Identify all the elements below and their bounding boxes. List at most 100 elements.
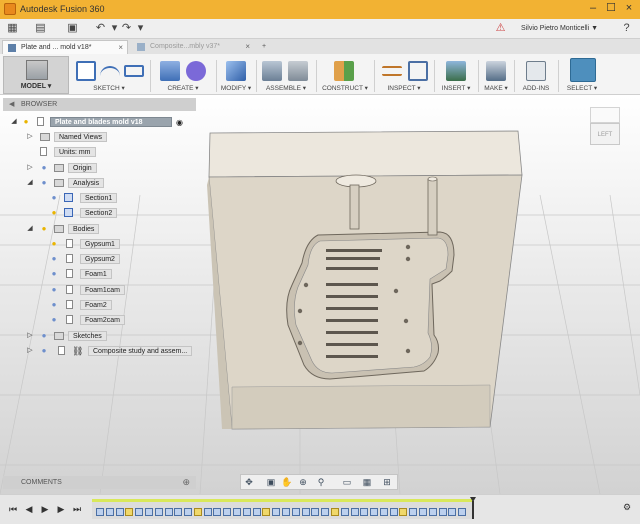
timeline-feature-icon[interactable] bbox=[135, 508, 144, 516]
timeline-feature-icon[interactable] bbox=[370, 508, 379, 516]
timeline-feature-icon[interactable] bbox=[282, 508, 290, 516]
create-menu[interactable]: CREATE ▾ bbox=[154, 84, 212, 92]
select-menu[interactable]: SELECT ▾ bbox=[562, 84, 602, 92]
tree-item-section1[interactable]: ● Section1 bbox=[50, 192, 190, 204]
timeline-feature-icon[interactable] bbox=[458, 508, 467, 516]
make-menu[interactable]: MAKE ▾ bbox=[480, 84, 512, 92]
grid-icon[interactable]: ▦ bbox=[361, 477, 373, 488]
expand-arrow-icon[interactable]: ▷ bbox=[26, 347, 34, 355]
timeline-feature-icon[interactable] bbox=[419, 508, 428, 516]
press-pull-icon[interactable] bbox=[226, 61, 246, 81]
insert-group[interactable]: INSERT ▾ bbox=[436, 54, 476, 95]
browser-header[interactable]: ◀ BROWSER bbox=[3, 98, 196, 111]
tree-item-composite-link[interactable]: ▷ ● ⛓ Composite study and assem... bbox=[26, 345, 196, 357]
first-icon[interactable]: ⏮ bbox=[8, 503, 18, 515]
modify-menu[interactable]: MODIFY ▾ bbox=[218, 84, 254, 92]
select-icon[interactable] bbox=[570, 58, 596, 82]
timeline-feature-icon[interactable] bbox=[144, 508, 153, 516]
tree-item-foam2[interactable]: ● Foam2 bbox=[50, 299, 190, 311]
timeline-settings-icon[interactable]: ⚙ bbox=[622, 501, 632, 513]
orbit-icon[interactable]: ✥ bbox=[243, 477, 255, 488]
timeline-feature-icon[interactable] bbox=[223, 508, 232, 516]
timeline-feature-icon[interactable] bbox=[291, 508, 300, 516]
timeline-feature-icon[interactable] bbox=[438, 508, 447, 516]
tree-item-bodies[interactable]: ◢ ● Bodies bbox=[26, 223, 186, 235]
offset-plane-icon[interactable] bbox=[334, 61, 354, 81]
visibility-bulb-icon[interactable]: ● bbox=[40, 346, 48, 356]
save-icon[interactable]: ▣ bbox=[66, 22, 79, 35]
timeline-feature-icon[interactable] bbox=[96, 508, 104, 516]
visibility-bulb-icon[interactable]: ● bbox=[50, 269, 58, 279]
assemble-menu[interactable]: ASSEMBLE ▾ bbox=[258, 84, 314, 92]
close-tab-icon[interactable]: × bbox=[118, 41, 123, 55]
visibility-bulb-icon[interactable]: ● bbox=[50, 254, 58, 264]
timeline-feature-icon[interactable] bbox=[242, 508, 251, 516]
timeline-feature-icon[interactable] bbox=[272, 508, 281, 516]
tree-item-named-views[interactable]: ▷ Named Views bbox=[26, 131, 186, 143]
visibility-bulb-icon[interactable]: ● bbox=[40, 163, 48, 173]
tree-item-section2[interactable]: ● Section2 bbox=[50, 207, 190, 219]
add-comment-icon[interactable]: ⊕ bbox=[182, 476, 190, 489]
timeline-feature-icon[interactable] bbox=[311, 508, 320, 516]
insert-menu[interactable]: INSERT ▾ bbox=[436, 84, 476, 92]
redo-icon[interactable]: ↷ bbox=[120, 22, 133, 35]
visibility-bulb-icon[interactable]: ● bbox=[40, 224, 48, 234]
timeline-feature-icon[interactable] bbox=[105, 508, 114, 516]
measure-icon[interactable] bbox=[382, 66, 402, 76]
last-icon[interactable]: ⏭ bbox=[72, 503, 82, 515]
tab-plate-mold[interactable]: Plate and ... mold v18* × bbox=[2, 40, 128, 54]
timeline-feature-icon[interactable] bbox=[428, 508, 437, 516]
viewcube-left-face[interactable]: LEFT bbox=[590, 123, 620, 145]
inspect-menu[interactable]: INSPECT ▾ bbox=[376, 84, 432, 92]
modify-group[interactable]: MODIFY ▾ bbox=[218, 54, 254, 95]
activate-radio-icon[interactable]: ◉ bbox=[176, 117, 183, 129]
tree-item-analysis[interactable]: ◢ ● Analysis bbox=[26, 177, 186, 189]
arc-icon[interactable] bbox=[100, 66, 120, 76]
construct-menu[interactable]: CONSTRUCT ▾ bbox=[318, 84, 372, 92]
tree-item-gypsum1[interactable]: ● Gypsum1 bbox=[50, 238, 190, 250]
timeline-feature-icon[interactable] bbox=[233, 508, 242, 516]
minimize-icon[interactable]: – bbox=[586, 2, 600, 16]
create-sketch-icon[interactable] bbox=[76, 61, 96, 81]
select-group[interactable]: SELECT ▾ bbox=[562, 54, 602, 95]
sketch-group[interactable]: SKETCH ▾ bbox=[72, 54, 146, 95]
timeline-feature-icon[interactable] bbox=[399, 508, 408, 516]
collapse-arrow-icon[interactable]: ◢ bbox=[26, 179, 34, 187]
construct-group[interactable]: CONSTRUCT ▾ bbox=[318, 54, 372, 95]
timeline-track[interactable] bbox=[92, 499, 472, 519]
file-icon[interactable]: ▤ bbox=[34, 22, 47, 35]
rectangle-icon[interactable] bbox=[124, 65, 144, 77]
visibility-bulb-icon[interactable]: ● bbox=[40, 178, 48, 188]
close-icon[interactable]: × bbox=[622, 2, 636, 16]
visibility-bulb-icon[interactable]: ● bbox=[50, 208, 58, 218]
tree-root[interactable]: ◢ ● Plate and blades mold v18 ◉ bbox=[10, 116, 183, 129]
visibility-bulb-icon[interactable]: ● bbox=[22, 117, 30, 127]
timeline-feature-icon[interactable] bbox=[115, 508, 124, 516]
timeline-feature-icon[interactable] bbox=[321, 508, 330, 516]
visibility-bulb-icon[interactable]: ● bbox=[40, 331, 48, 341]
tree-item-origin[interactable]: ▷ ● Origin bbox=[26, 162, 186, 174]
visibility-bulb-icon[interactable]: ● bbox=[50, 300, 58, 310]
timeline-feature-icon[interactable] bbox=[174, 508, 183, 516]
assemble-group[interactable]: ASSEMBLE ▾ bbox=[258, 54, 314, 95]
pan-hand-icon[interactable]: ✋ bbox=[281, 477, 293, 488]
collapse-panel-icon[interactable]: ◀ bbox=[9, 101, 14, 108]
viewcube-top-face[interactable] bbox=[590, 107, 620, 123]
sketch-menu[interactable]: SKETCH ▾ bbox=[72, 84, 146, 92]
user-menu[interactable]: Silvio Pietro Monticelli ▼ bbox=[521, 25, 598, 32]
fit-icon[interactable]: ⚲ bbox=[315, 477, 327, 488]
help-icon[interactable]: ? bbox=[620, 22, 633, 35]
timeline-feature-icon[interactable] bbox=[360, 508, 369, 516]
expand-arrow-icon[interactable]: ▷ bbox=[26, 133, 34, 141]
expand-arrow-icon[interactable]: ▷ bbox=[26, 332, 34, 340]
tree-item-foam1cam[interactable]: ● Foam1cam bbox=[50, 284, 190, 296]
visibility-bulb-icon[interactable]: ● bbox=[50, 315, 58, 325]
joint-icon[interactable] bbox=[288, 61, 308, 81]
section-analysis-icon[interactable] bbox=[408, 61, 428, 81]
previous-icon[interactable]: ◀ bbox=[24, 503, 34, 515]
visibility-bulb-icon[interactable]: ● bbox=[50, 285, 58, 295]
tree-item-gypsum2[interactable]: ● Gypsum2 bbox=[50, 253, 190, 265]
timeline-marker[interactable] bbox=[470, 497, 476, 519]
new-tab-button[interactable]: + bbox=[258, 40, 274, 54]
workspace-switcher[interactable]: MODEL ▾ bbox=[3, 56, 69, 94]
